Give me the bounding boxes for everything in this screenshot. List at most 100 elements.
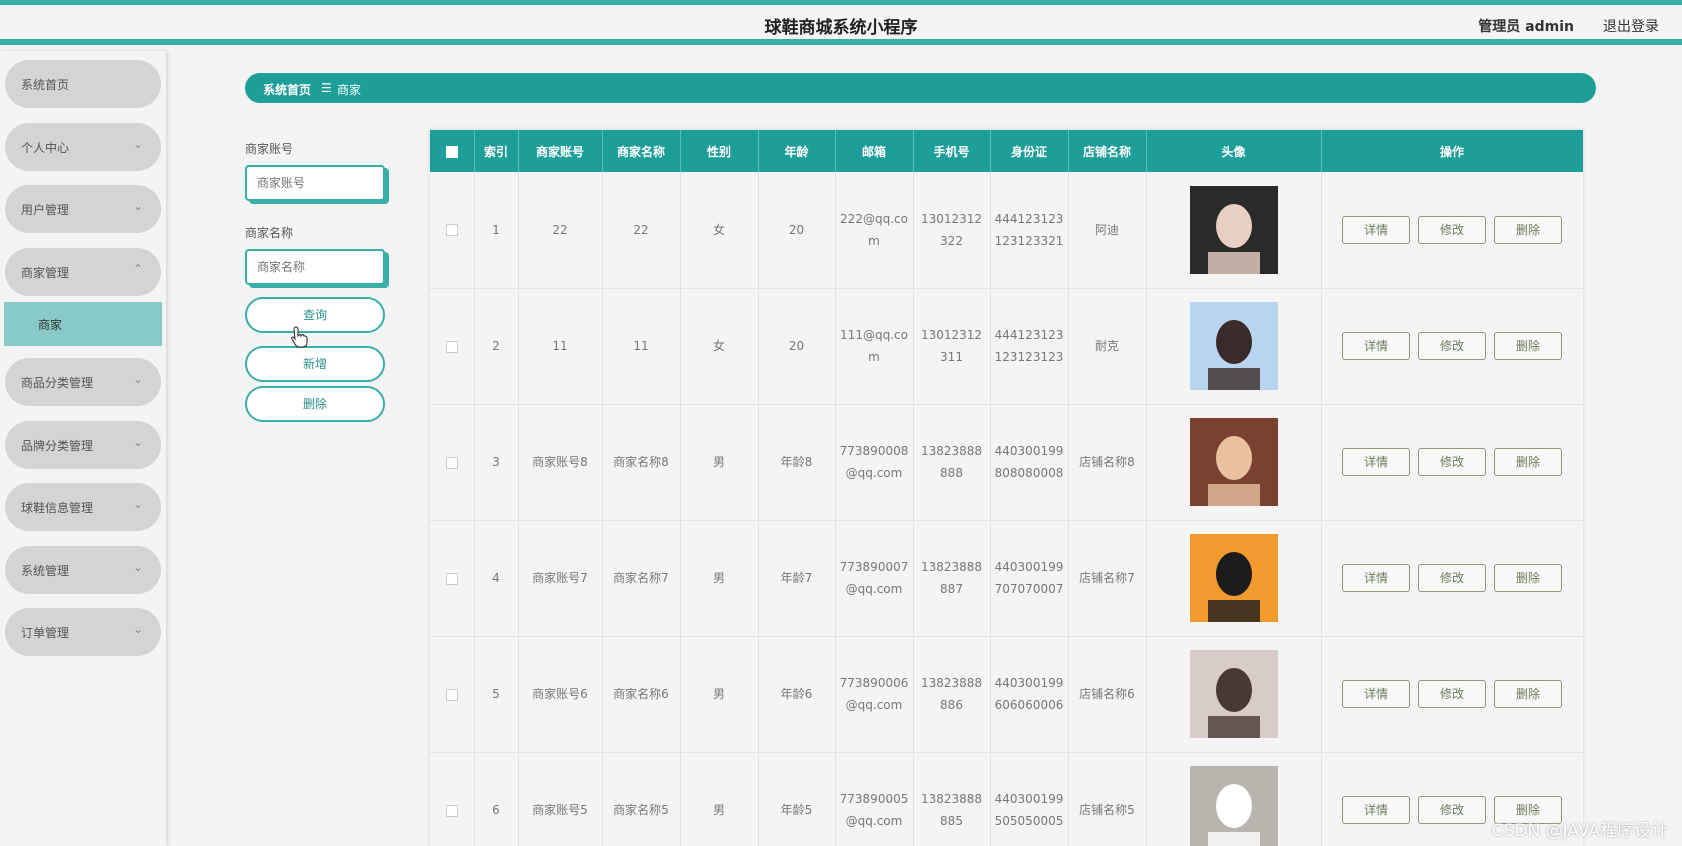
sidebar-item-sneakers[interactable]: 球鞋信息管理 ⌄: [5, 483, 161, 531]
cell-idx: 1: [474, 172, 519, 289]
delete-button[interactable]: 删除: [1494, 215, 1562, 244]
table-row: 4 商家账号7 商家名称7 男年龄7 773890007@qq.com 138238888…: [430, 520, 1583, 637]
account-input[interactable]: [247, 167, 383, 199]
row-select-cell[interactable]: [430, 172, 475, 289]
row-checkbox[interactable]: [445, 340, 458, 353]
cell-email: 111@qq.com: [835, 288, 914, 405]
cell-age: 20: [758, 288, 836, 405]
cell-account: 商家账号8: [518, 404, 603, 521]
edit-button[interactable]: 修改: [1418, 796, 1486, 824]
detail-button[interactable]: 详情: [1342, 680, 1410, 708]
cell-email: 773890006@qq.com: [835, 636, 914, 753]
detail-button[interactable]: 详情: [1342, 564, 1410, 592]
column-header: 手机号: [913, 130, 991, 172]
sidebar-subitem-merchant[interactable]: 商家: [4, 302, 162, 346]
delete-button[interactable]: 删除: [1494, 680, 1562, 708]
cell-shop: 阿迪: [1068, 172, 1147, 289]
sidebar-item-product-category[interactable]: 商品分类管理 ⌄: [5, 358, 161, 406]
sidebar-item-profile[interactable]: 个人中心 ⌄: [5, 123, 161, 171]
cell-actions: 详情 修改 删除: [1321, 636, 1583, 753]
row-select-cell[interactable]: [430, 752, 475, 846]
breadcrumb-home[interactable]: 系统首页: [263, 81, 311, 98]
cell-name: 商家名称6: [602, 636, 681, 753]
cell-idx: 3: [474, 404, 519, 521]
row-checkbox[interactable]: [445, 224, 458, 237]
chevron-down-icon: ⌄: [132, 497, 143, 511]
app-title: 球鞋商城系统小程序: [764, 18, 918, 38]
sidebar-item-label: 品牌分类管理: [21, 439, 94, 453]
cell-phone: 13823888886: [913, 636, 991, 753]
hand-cursor-icon: [291, 326, 308, 348]
detail-button[interactable]: 详情: [1342, 215, 1410, 244]
sidebar-item-users[interactable]: 用户管理 ⌄: [5, 185, 161, 233]
cell-gender: 女: [680, 288, 759, 405]
cell-gender: 男: [680, 752, 759, 846]
cell-avatar: [1146, 404, 1322, 521]
cell-shop: 店铺名称8: [1068, 404, 1147, 521]
chevron-up-icon: ⌃: [132, 262, 143, 276]
delete-button[interactable]: 删除: [1494, 332, 1562, 360]
sidebar-item-home[interactable]: 系统首页: [5, 60, 161, 108]
column-header: 操作: [1321, 130, 1583, 172]
edit-button[interactable]: 修改: [1418, 332, 1486, 360]
table-row: 1 22 22 女 20 222@qq.com 13012312322 44412312312…: [430, 172, 1583, 289]
detail-button[interactable]: 详情: [1342, 332, 1410, 360]
table-row: 5 商家账号6 商家名称6 男年龄6 773890006@qq.com 138238888…: [430, 636, 1583, 753]
cell-gender: 男: [680, 636, 759, 753]
sidebar-item-brand-category[interactable]: 品牌分类管理 ⌄: [5, 421, 161, 469]
cell-id-card: 440300199606060006: [990, 636, 1069, 753]
cell-idx: 6: [474, 752, 519, 846]
breadcrumb-separator-icon: ☰: [321, 81, 332, 95]
select-all-header[interactable]: [430, 130, 475, 172]
sidebar-item-orders[interactable]: 订单管理 ⌄: [5, 608, 161, 656]
detail-button[interactable]: 详情: [1342, 796, 1410, 824]
cell-account: 商家账号5: [518, 752, 603, 846]
row-select-cell[interactable]: [430, 404, 475, 521]
cell-gender: 男: [680, 520, 759, 637]
cell-actions: 详情 修改 删除: [1321, 288, 1583, 405]
cell-actions: 详情 修改 删除: [1321, 172, 1583, 289]
add-button[interactable]: 新增: [245, 346, 385, 382]
select-all-checkbox[interactable]: [445, 145, 458, 158]
user-label: 管理员 admin: [1478, 19, 1574, 35]
account-input-box: [245, 165, 385, 201]
table-header-row: 索引 商家账号 商家名称 性别 年龄 邮箱 手机号 身份证 店铺名称 头像 操作: [430, 130, 1583, 172]
cell-phone: 13012312311: [913, 288, 991, 405]
cell-email: 773890008@qq.com: [835, 404, 914, 521]
cell-email: 773890007@qq.com: [835, 520, 914, 637]
cell-age: 年龄5: [758, 752, 836, 846]
row-checkbox[interactable]: [445, 572, 458, 585]
sidebar-item-merchants[interactable]: 商家管理 ⌃: [5, 248, 161, 296]
query-button[interactable]: 查询: [245, 297, 385, 333]
avatar: [1189, 766, 1278, 846]
chevron-down-icon: ⌄: [132, 622, 143, 636]
cell-name: 商家名称7: [602, 520, 681, 637]
sidebar-item-system[interactable]: 系统管理 ⌄: [5, 546, 161, 594]
row-select-cell[interactable]: [430, 520, 475, 637]
row-checkbox[interactable]: [445, 688, 458, 701]
column-header: 店铺名称: [1068, 130, 1147, 172]
detail-button[interactable]: 详情: [1342, 448, 1410, 476]
edit-button[interactable]: 修改: [1418, 564, 1486, 592]
batch-delete-button[interactable]: 删除: [245, 386, 385, 422]
row-checkbox[interactable]: [445, 804, 458, 817]
delete-button[interactable]: 删除: [1494, 448, 1562, 476]
column-header: 邮箱: [835, 130, 914, 172]
cell-avatar: [1146, 520, 1322, 637]
edit-button[interactable]: 修改: [1418, 680, 1486, 708]
edit-button[interactable]: 修改: [1418, 215, 1486, 244]
name-input[interactable]: [247, 251, 383, 283]
cell-shop: 店铺名称7: [1068, 520, 1147, 637]
chevron-down-icon: ⌄: [132, 199, 143, 213]
cell-id-card: 440300199808080008: [990, 404, 1069, 521]
row-checkbox[interactable]: [445, 456, 458, 469]
sidebar-item-label: 订单管理: [21, 626, 70, 640]
column-header: 性别: [680, 130, 759, 172]
breadcrumb: 系统首页 ☰ 商家: [245, 73, 1596, 103]
delete-button[interactable]: 删除: [1494, 564, 1562, 592]
edit-button[interactable]: 修改: [1418, 448, 1486, 476]
row-select-cell[interactable]: [430, 288, 475, 405]
cell-actions: 详情 修改 删除: [1321, 404, 1583, 521]
row-select-cell[interactable]: [430, 636, 475, 753]
logout-link[interactable]: 退出登录: [1603, 16, 1659, 36]
